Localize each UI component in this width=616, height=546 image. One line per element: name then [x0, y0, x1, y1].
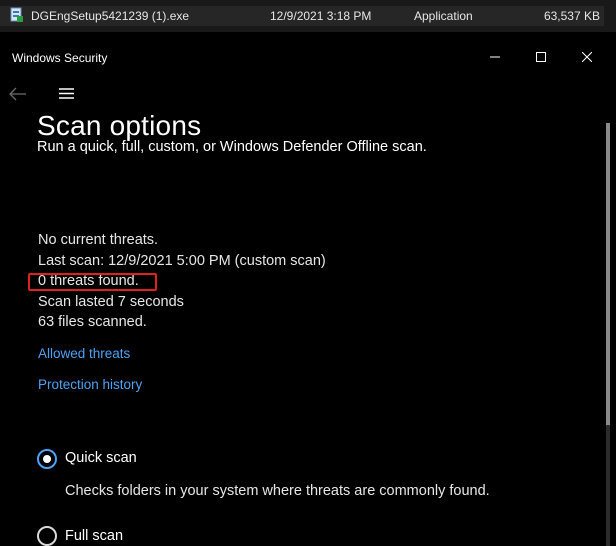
- quick-scan-description: Checks folders in your system where thre…: [65, 483, 490, 499]
- window-title: Windows Security: [12, 51, 108, 65]
- hamburger-icon: [59, 88, 74, 99]
- installer-file-icon: [10, 7, 23, 22]
- last-scan-text: Last scan: 12/9/2021 5:00 PM (custom sca…: [38, 252, 326, 269]
- allowed-threats-link[interactable]: Allowed threats: [38, 346, 130, 361]
- file-explorer-row[interactable]: DGEngSetup5421239 (1).exe 12/9/2021 3:18…: [0, 0, 616, 32]
- maximize-icon: [536, 52, 546, 62]
- threats-found-highlight: [28, 273, 157, 291]
- minimize-icon: [490, 56, 500, 58]
- file-type: Application: [414, 9, 473, 23]
- minimize-button[interactable]: [472, 41, 518, 73]
- scan-duration-text: Scan lasted 7 seconds: [38, 293, 184, 310]
- quick-scan-label: Quick scan: [65, 450, 137, 466]
- back-button[interactable]: [6, 82, 30, 106]
- close-button[interactable]: [564, 41, 610, 73]
- current-threats-text: No current threats.: [38, 232, 159, 248]
- vertical-scrollbar[interactable]: [606, 123, 610, 546]
- file-size: 63,537 KB: [543, 9, 600, 23]
- scrollbar-thumb[interactable]: [606, 123, 610, 425]
- maximize-button[interactable]: [518, 41, 564, 73]
- page-subtitle: Run a quick, full, custom, or Windows De…: [37, 139, 427, 155]
- full-scan-radio[interactable]: [37, 526, 57, 546]
- file-date: 12/9/2021 3:18 PM: [270, 9, 372, 23]
- page-title: Scan options: [37, 109, 202, 141]
- back-arrow-icon: [9, 87, 26, 101]
- files-scanned-text: 63 files scanned.: [38, 314, 147, 330]
- hamburger-menu-button[interactable]: [56, 84, 80, 104]
- title-bar[interactable]: Windows Security: [0, 41, 616, 73]
- file-name: DGEngSetup5421239 (1).exe: [31, 9, 190, 23]
- quick-scan-radio[interactable]: [37, 449, 57, 469]
- close-icon: [582, 52, 592, 62]
- protection-history-link[interactable]: Protection history: [38, 377, 142, 392]
- full-scan-label: Full scan: [65, 528, 124, 544]
